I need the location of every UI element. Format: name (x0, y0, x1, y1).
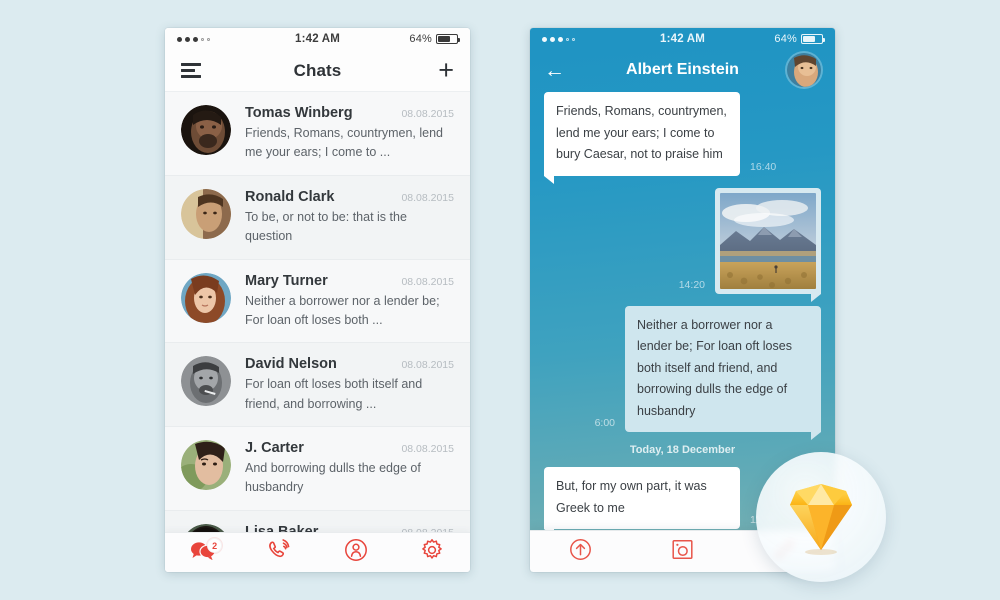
navbar-chats: Chats + (165, 50, 470, 92)
battery-percent-right: 64% (774, 33, 798, 45)
conversation-date: 08.08.2015 (401, 359, 454, 372)
battery-percent-left: 64% (409, 33, 433, 45)
unread-badge: 2 (207, 538, 223, 553)
status-bar-left: 1:42 AM 64% (165, 28, 470, 50)
status-bar-right: 1:42 AM 64% (530, 28, 835, 50)
plus-icon[interactable]: + (438, 57, 454, 84)
contact-name: J. Carter (245, 440, 304, 456)
battery-icon-left (436, 34, 461, 44)
navbar-conversation: ← Albert Einstein (530, 50, 835, 90)
message-snippet: Friends, Romans, countrymen, lend me you… (245, 126, 444, 160)
conversation-date: 08.08.2015 (401, 191, 454, 204)
message-snippet: For loan oft loses both itself and frien… (245, 377, 423, 411)
message-bubble-image[interactable] (715, 187, 821, 302)
status-battery-left: 64% (340, 33, 461, 45)
list-item[interactable]: Mary Turner 08.08.2015 Neither a borrowe… (165, 259, 470, 344)
message-time: 14:20 (678, 278, 705, 291)
message-row[interactable]: Friends, Romans, countrymen, lend me you… (544, 92, 821, 183)
avatar-ronald-clark[interactable] (181, 188, 231, 239)
signal-dots-right (542, 36, 660, 42)
contact-name: Ronald Clark (245, 188, 335, 205)
status-time-left: 1:42 AM (294, 33, 341, 45)
contact-name: David Nelson (245, 356, 337, 373)
message-row[interactable]: 6:00 Neither a borrower nor a lender be;… (544, 305, 821, 440)
list-item[interactable]: J. Carter 08.08.2015 And borrowing dulls… (165, 427, 470, 511)
status-battery-right: 64% (705, 33, 826, 45)
camera-button[interactable] (632, 531, 734, 572)
conversation-list[interactable]: Tomas Winberg 08.08.2015 Friends, Romans… (165, 92, 470, 534)
hamburger-icon[interactable] (181, 63, 201, 78)
tab-calls[interactable] (241, 533, 317, 572)
sketch-diamond-logo (778, 475, 864, 560)
gear-settings-icon (420, 538, 444, 567)
list-item[interactable]: Tomas Winberg 08.08.2015 Friends, Romans… (165, 92, 470, 176)
list-item[interactable]: David Nelson 08.08.2015 For loan oft los… (165, 343, 470, 427)
message-snippet: To be, or not to be: that is the questio… (245, 209, 407, 244)
tab-chats[interactable]: 2 (165, 533, 241, 572)
avatar-david-nelson[interactable] (181, 356, 231, 407)
message-bubble-incoming: But, for my own part, it was Greek to me (544, 467, 740, 537)
message-snippet: Neither a borrower nor a lender be; For … (245, 293, 440, 327)
status-time-right: 1:42 AM (659, 33, 706, 45)
contact-name: Tomas Winberg (245, 105, 353, 121)
list-item[interactable]: Ronald Clark 08.08.2015 To be, or not to… (165, 175, 470, 260)
avatar-mary-turner[interactable] (181, 272, 231, 323)
message-time: 6:00 (594, 417, 615, 429)
avatar-albert-einstein[interactable] (787, 53, 821, 87)
message-time: 16:40 (750, 160, 777, 173)
page-title: Chats (293, 60, 342, 80)
tab-settings[interactable] (394, 533, 470, 572)
message-row[interactable]: 14:20 (544, 187, 821, 302)
tab-contacts[interactable] (318, 533, 394, 572)
contact-name: Mary Turner (245, 272, 328, 289)
signal-dots-left (177, 36, 295, 42)
back-arrow-icon[interactable]: ← (544, 60, 565, 81)
sketch-logo-badge (756, 452, 886, 582)
avatar-j-carter[interactable] (181, 440, 231, 490)
send-button[interactable] (530, 531, 632, 572)
conversation-date: 08.08.2015 (401, 275, 454, 288)
list-item[interactable]: Lisa Baker 08.08.2015 Friends, Romans, c… (165, 510, 470, 534)
message-snippet: And borrowing dulls the edge of husbandr… (245, 461, 421, 495)
battery-icon-right (801, 34, 826, 44)
conversation-date: 08.08.2015 (401, 108, 454, 120)
phone-chats-list: 1:42 AM 64% Chats + Tomas Winberg 08.08.… (165, 28, 470, 572)
photo-mountain-lake-landscape (720, 192, 816, 289)
phone-call-icon (266, 539, 292, 566)
avatar-tomas-winberg[interactable] (181, 105, 231, 155)
contacts-person-icon (344, 538, 368, 567)
upload-arrow-circle-icon (569, 538, 592, 566)
conversation-date: 08.08.2015 (401, 443, 454, 455)
message-bubble-incoming: Friends, Romans, countrymen, lend me you… (544, 92, 740, 183)
camera-icon (671, 538, 694, 566)
date-separator: Today, 18 December (629, 444, 736, 456)
message-bubble-outgoing: Neither a borrower nor a lender be; For … (625, 305, 821, 440)
bottom-tab-bar: 2 (165, 532, 470, 572)
